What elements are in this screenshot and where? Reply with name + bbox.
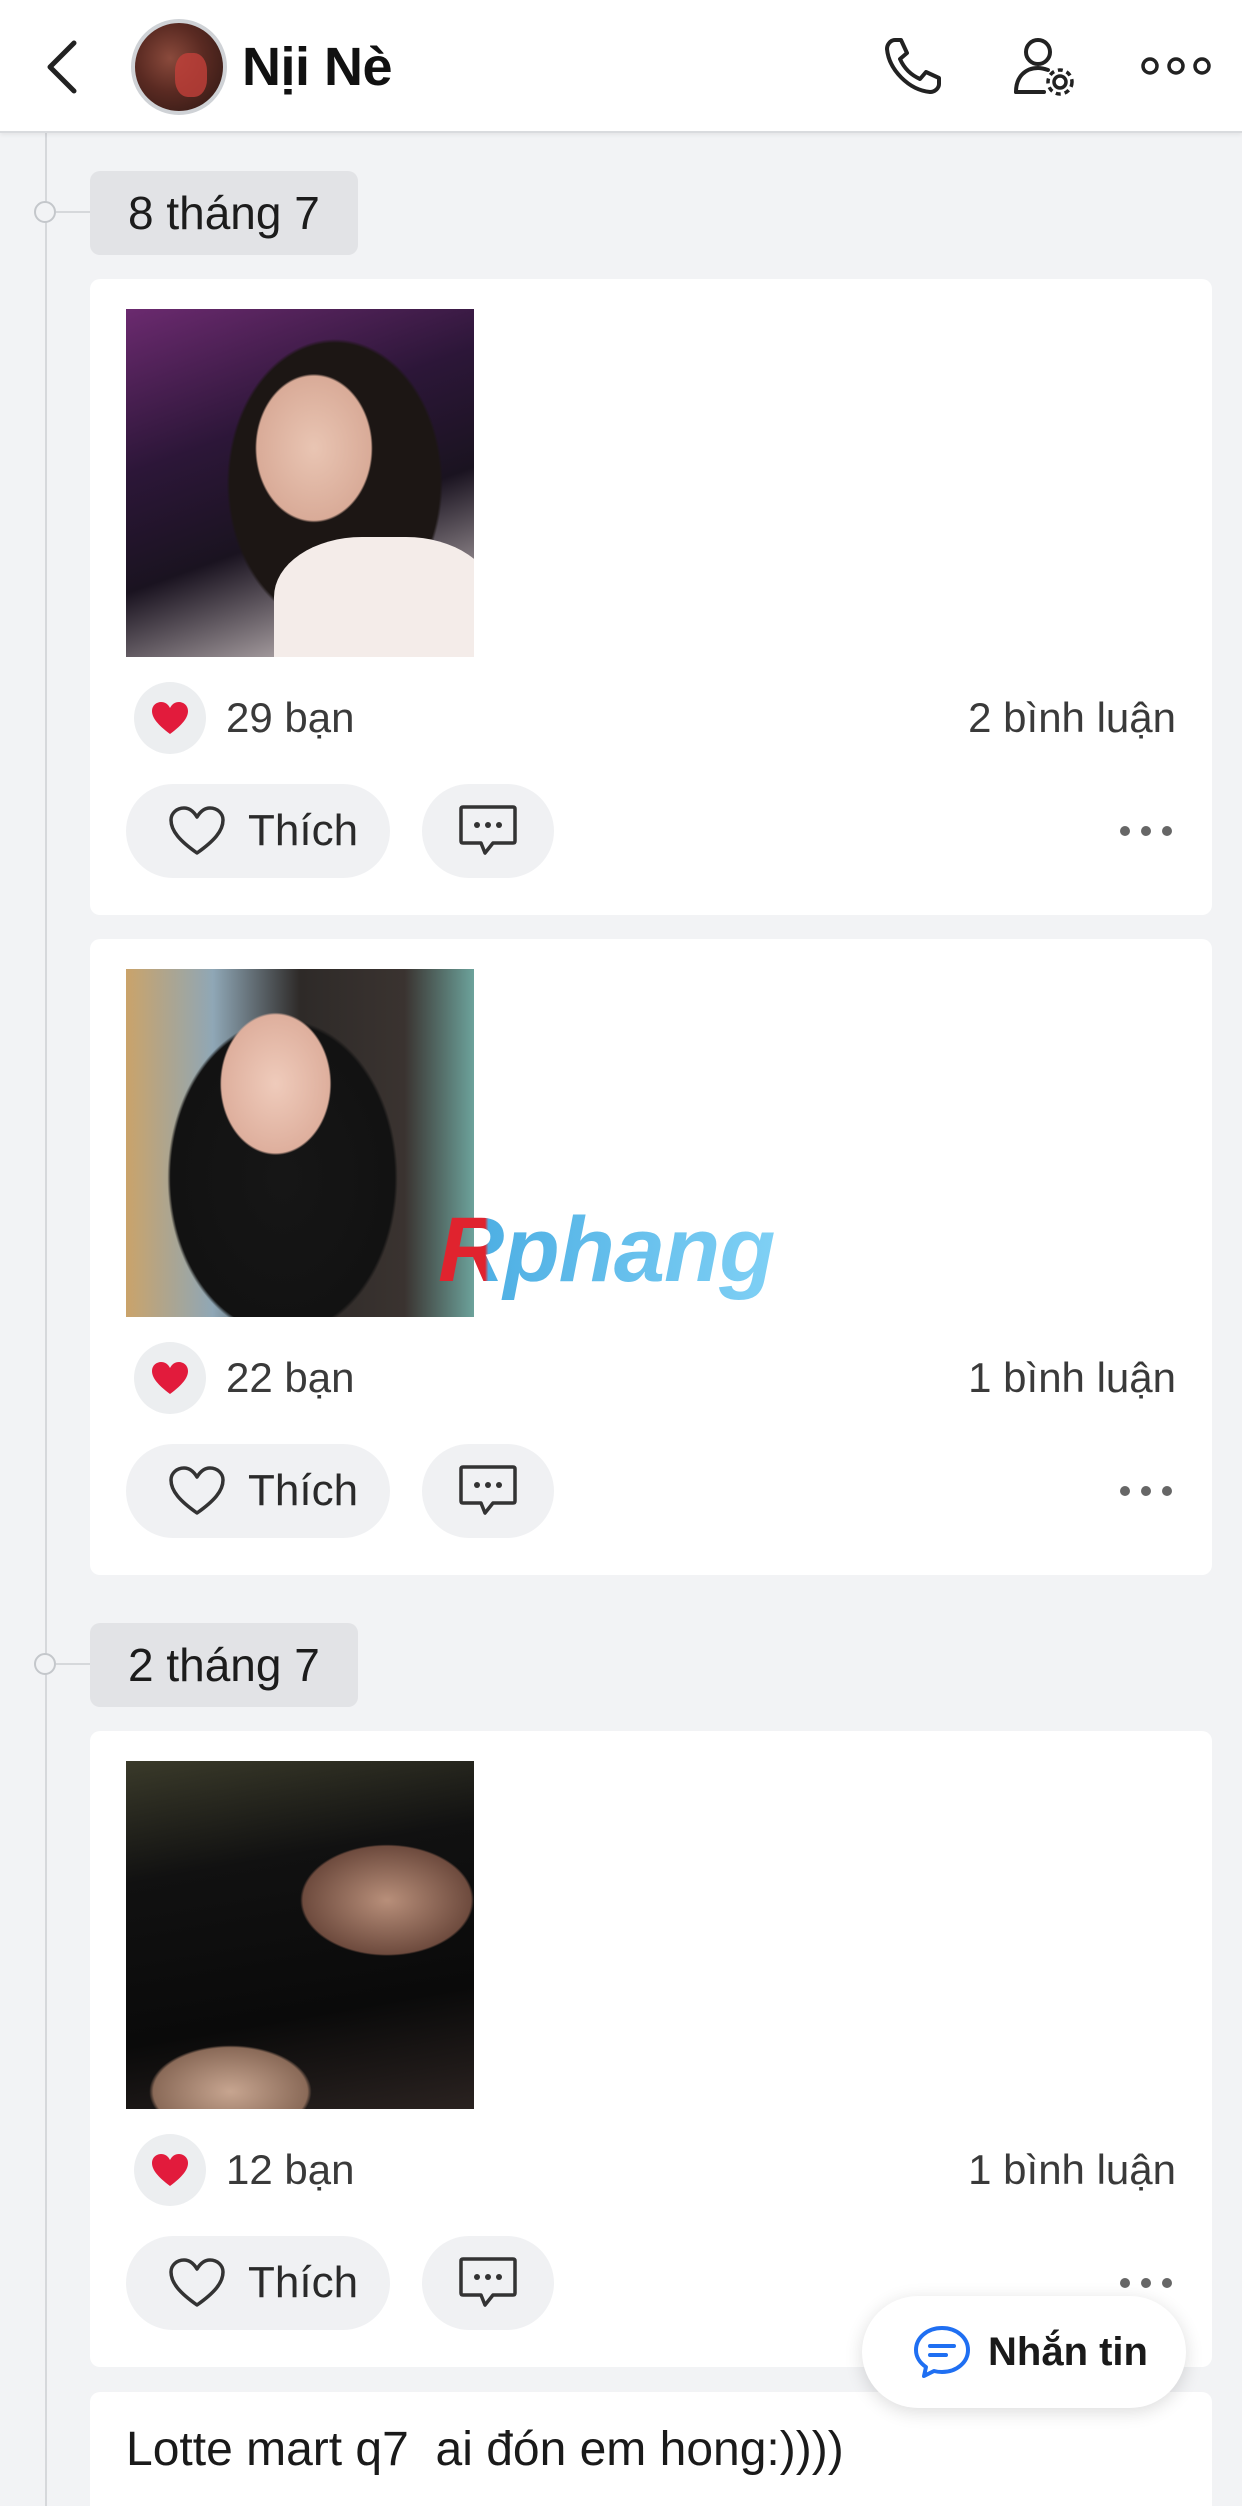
profile-name[interactable]: Nịi Nè — [242, 36, 393, 98]
more-options-button[interactable] — [1140, 30, 1212, 102]
profile-settings-button[interactable] — [1008, 30, 1080, 102]
like-label: Thích — [248, 2258, 359, 2307]
likes-count[interactable]: 29 bạn — [226, 694, 354, 742]
message-button[interactable]: Nhắn tin — [862, 2296, 1186, 2408]
comment-icon — [459, 2257, 517, 2307]
heart-icon — [152, 702, 188, 734]
comments-count[interactable]: 2 bình luận — [968, 694, 1176, 742]
watermark: Rphang — [438, 1199, 775, 1301]
more-horizontal-icon — [1141, 57, 1211, 75]
timeline-connector — [56, 211, 90, 213]
call-button[interactable] — [877, 30, 949, 102]
post-actions: Thích — [126, 1444, 1186, 1538]
post-photo[interactable] — [126, 969, 474, 1317]
date-chip: 2 tháng 7 — [90, 1623, 358, 1707]
reactions-row: 22 bạn 1 bình luận — [134, 1342, 1176, 1414]
user-settings-icon — [1014, 38, 1074, 96]
back-arrow-icon — [47, 40, 77, 94]
timeline-dot — [34, 201, 56, 223]
chat-bubble-icon — [914, 2326, 970, 2378]
post-text: Lotte mart q7 ai đón em hong:)))) — [126, 2423, 844, 2476]
top-bar: Nịi Nè — [0, 0, 1242, 133]
comment-button[interactable] — [422, 2236, 554, 2330]
more-horizontal-icon — [1120, 2278, 1172, 2288]
timeline-line — [45, 133, 47, 2506]
post-card: 12 bạn 1 bình luận Thích — [90, 1731, 1212, 2367]
comment-icon — [459, 805, 517, 855]
text-post-card[interactable]: Lotte mart q7 ai đón em hong:)))) — [90, 2392, 1212, 2506]
like-button[interactable]: Thích — [126, 1444, 390, 1538]
like-button[interactable]: Thích — [126, 2236, 390, 2330]
timeline-dot — [34, 1653, 56, 1675]
back-button[interactable] — [34, 32, 90, 102]
comment-icon — [459, 1465, 517, 1515]
comment-button[interactable] — [422, 784, 554, 878]
likes-count[interactable]: 22 bạn — [226, 1354, 354, 1402]
heart-icon — [152, 1362, 188, 1394]
heart-icon — [169, 806, 225, 855]
post-actions: Thích — [126, 784, 1186, 878]
reaction-badge[interactable] — [134, 682, 206, 754]
heart-icon — [169, 2258, 225, 2307]
avatar[interactable] — [131, 19, 227, 115]
post-card: 29 bạn 2 bình luận Thích — [90, 279, 1212, 915]
heart-icon — [169, 1466, 225, 1515]
date-chip: 8 tháng 7 — [90, 171, 358, 255]
like-label: Thích — [248, 806, 359, 855]
comments-count[interactable]: 1 bình luận — [968, 1354, 1176, 1402]
reaction-badge[interactable] — [134, 1342, 206, 1414]
comment-button[interactable] — [422, 1444, 554, 1538]
reaction-badge[interactable] — [134, 2134, 206, 2206]
more-horizontal-icon — [1120, 1486, 1172, 1496]
comments-count[interactable]: 1 bình luận — [968, 2146, 1176, 2194]
post-more-button[interactable] — [1106, 1466, 1186, 1516]
likes-count[interactable]: 12 bạn — [226, 2146, 354, 2194]
heart-icon — [152, 2154, 188, 2186]
timeline-connector — [56, 1663, 90, 1665]
post-photo[interactable] — [126, 309, 474, 657]
like-button[interactable]: Thích — [126, 784, 390, 878]
post-photo[interactable] — [126, 1761, 474, 2109]
more-horizontal-icon — [1120, 826, 1172, 836]
reactions-row: 12 bạn 1 bình luận — [134, 2134, 1176, 2206]
like-label: Thích — [248, 1466, 359, 1515]
message-label: Nhắn tin — [988, 2329, 1148, 2374]
phone-icon — [885, 38, 941, 94]
reactions-row: 29 bạn 2 bình luận — [134, 682, 1176, 754]
post-more-button[interactable] — [1106, 806, 1186, 856]
